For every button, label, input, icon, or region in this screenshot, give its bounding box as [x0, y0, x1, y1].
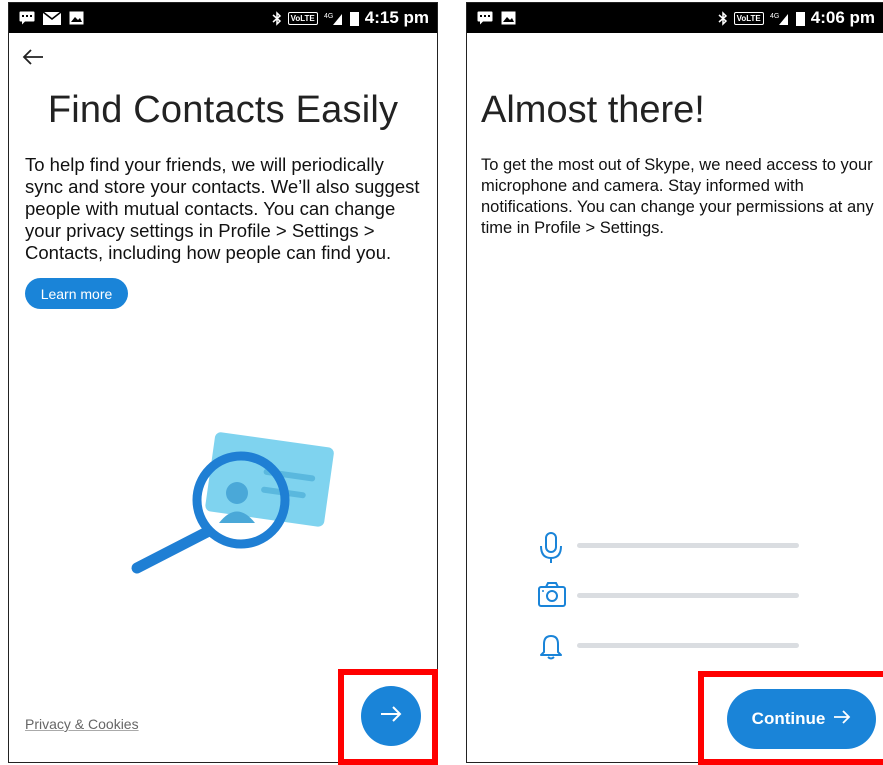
permission-placeholder-line [577, 543, 799, 548]
permissions-screen: VoLTE 4G 4:06 pm Almost there! To get th… [466, 2, 883, 763]
camera-icon [537, 581, 567, 614]
bluetooth-icon [718, 10, 728, 26]
microphone-icon [537, 531, 565, 570]
status-bar: VoLTE 4G 4:06 pm [467, 3, 883, 33]
find-contacts-screen: VoLTE 4G 4:15 pm Find Contacts Easily To… [8, 2, 438, 763]
highlight-box-next [338, 669, 438, 765]
bluetooth-icon [272, 10, 282, 26]
description-text: To get the most out of Skype, we need ac… [481, 156, 874, 237]
mail-notification-icon [43, 11, 61, 25]
message-notification-icon [477, 11, 493, 25]
status-time: 4:15 pm [364, 8, 429, 27]
signal-icon: 4G [770, 11, 790, 26]
svg-text:4G: 4G [324, 13, 333, 20]
status-bar: VoLTE 4G 4:15 pm [9, 3, 437, 33]
svg-text:4G: 4G [770, 13, 779, 20]
contact-search-illustration [119, 428, 339, 583]
message-notification-icon [19, 11, 35, 25]
back-arrow-icon[interactable] [21, 47, 45, 67]
image-notification-icon [501, 11, 516, 25]
battery-icon [349, 11, 359, 26]
image-notification-icon [69, 11, 84, 25]
status-time: 4:06 pm [810, 8, 875, 27]
permission-placeholder-line [577, 593, 799, 598]
volte-badge: VoLTE [733, 11, 764, 25]
volte-badge: VoLTE [287, 11, 318, 25]
battery-icon [795, 11, 805, 26]
privacy-cookies-link[interactable]: Privacy & Cookies [25, 716, 139, 732]
permission-row-camera [537, 581, 567, 614]
page-title: Find Contacts Easily [47, 89, 399, 131]
signal-icon: 4G [324, 11, 344, 26]
bell-icon [537, 631, 565, 666]
description-text: To help find your friends, we will perio… [25, 154, 420, 263]
learn-more-button[interactable]: Learn more [25, 278, 128, 309]
highlight-box-continue [698, 671, 883, 765]
page-title: Almost there! [481, 89, 705, 131]
permission-placeholder-line [577, 643, 799, 648]
permission-row-notifications [537, 631, 565, 666]
permission-row-microphone [537, 531, 565, 570]
